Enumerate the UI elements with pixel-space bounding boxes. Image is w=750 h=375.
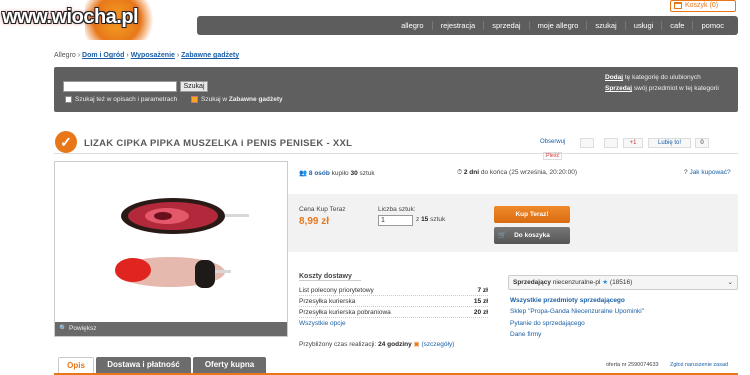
seller-all-items-link[interactable]: Wszystkie przedmioty sprzedającego bbox=[510, 297, 625, 304]
tab-oferty[interactable]: Oferty kupna bbox=[193, 357, 266, 373]
product-image[interactable] bbox=[54, 161, 288, 337]
search-button[interactable]: Szukaj bbox=[180, 81, 208, 92]
breadcrumb-item-dom[interactable]: Dom i Ogród bbox=[82, 52, 124, 59]
quantity-input[interactable]: 1 bbox=[378, 215, 413, 226]
product-photo bbox=[115, 198, 249, 288]
observe-link[interactable]: Obserwuj bbox=[540, 139, 565, 145]
search-input[interactable] bbox=[63, 81, 177, 92]
buyers-info: 👥 8 osób kupiło 30 sztuk bbox=[299, 170, 375, 177]
gplus-button[interactable]: +1 bbox=[623, 138, 643, 148]
nav-item-szukaj[interactable]: szukaj bbox=[586, 21, 624, 30]
price-label: Cena Kup Teraz bbox=[299, 206, 346, 213]
like-button[interactable]: Lubię to! bbox=[648, 138, 691, 148]
zoom-bar[interactable]: 🔍 Powiększ bbox=[55, 322, 287, 336]
buyers-link[interactable]: 8 osób bbox=[309, 170, 330, 177]
shipping-row: Przesyłka kurierska 15 zł bbox=[299, 298, 488, 307]
help-icon: ? bbox=[684, 169, 688, 176]
search-descriptions-checkbox[interactable] bbox=[65, 96, 72, 103]
nav-item-allegro[interactable]: allegro bbox=[393, 21, 432, 30]
seller-name[interactable]: niecenzuralne-pl bbox=[553, 279, 601, 286]
search-category-label: Szukaj w Zabawne gadżety bbox=[201, 96, 283, 103]
main-nav: allegro rejestracja sprzedaj moje allegr… bbox=[197, 16, 738, 35]
breadcrumb-root[interactable]: Allegro bbox=[54, 52, 76, 59]
like-count: 0 bbox=[695, 138, 709, 148]
seller-shop-link[interactable]: Sklep "Propa-Ganda Niecenzuralne Upomink… bbox=[510, 308, 644, 315]
category-actions: Dodaj tę kategorię do ulubionych Sprzeda… bbox=[605, 74, 719, 92]
tab-dostawa[interactable]: Dostawa i płatność bbox=[96, 357, 191, 373]
breadcrumb: Allegro › Dom i Ogród › Wyposażenie › Za… bbox=[54, 52, 240, 59]
nav-item-pomoc[interactable]: pomoc bbox=[692, 21, 732, 30]
site-logo[interactable]: www.wiocha.pl bbox=[2, 6, 139, 29]
star-icon: ★ bbox=[602, 279, 609, 286]
details-link[interactable]: (szczegóły) bbox=[422, 341, 455, 348]
qty-label: Liczba sztuk: bbox=[378, 206, 416, 213]
dropdown-icon[interactable]: ⌄ bbox=[728, 276, 733, 289]
cart-icon bbox=[674, 2, 682, 9]
add-to-cart-button[interactable]: 🛒 Do koszyka bbox=[494, 227, 570, 244]
fulfillment-time: Przybliżony czas realizacji: 24 godziny … bbox=[299, 341, 455, 348]
clock-icon: ⏱ bbox=[457, 169, 463, 176]
buy-now-button[interactable]: Kup Teraz! bbox=[494, 206, 570, 223]
nav-item-uslugi[interactable]: usługi bbox=[624, 21, 662, 30]
all-shipping-link[interactable]: Wszystkie opcje bbox=[299, 320, 346, 327]
shipping-heading: Koszty dostawy bbox=[299, 273, 361, 281]
nav-item-sprzedaj[interactable]: sprzedaj bbox=[483, 21, 528, 30]
nav-item-rejestracja[interactable]: rejestracja bbox=[431, 21, 484, 30]
mail-icon[interactable] bbox=[604, 138, 618, 148]
cart-button[interactable]: Koszyk (0) bbox=[670, 0, 736, 12]
how-buy[interactable]: ? Jak kupować? bbox=[684, 169, 731, 176]
seller-question-link[interactable]: Pytanie do sprzedającego bbox=[510, 320, 585, 327]
search-category-checkbox[interactable] bbox=[191, 96, 198, 103]
flag-label[interactable]: Pleść bbox=[543, 152, 563, 160]
offer-number: oferta nr 2590074633 bbox=[606, 362, 659, 368]
sell-link[interactable]: Sprzedaj bbox=[605, 85, 632, 92]
nav-item-cafe[interactable]: cafe bbox=[661, 21, 692, 30]
zoom-label: Powiększ bbox=[69, 325, 97, 332]
magnifier-icon: 🔍 bbox=[59, 325, 68, 332]
add-favorite-link[interactable]: Dodaj bbox=[605, 74, 623, 81]
cart-icon: 🛒 bbox=[498, 232, 507, 239]
nav-item-moje-allegro[interactable]: moje allegro bbox=[528, 21, 587, 30]
seller-rating: (18516) bbox=[609, 279, 633, 286]
report-link[interactable]: Zgłoś naruszenie zasad bbox=[670, 362, 728, 368]
time-left: ⏱ 2 dni do końca (25 września, 20:20:00) bbox=[457, 169, 577, 176]
qty-available: z 15 sztuk bbox=[416, 216, 446, 223]
tab-opis[interactable]: Opis bbox=[58, 357, 94, 373]
price-value: 8,99 zł bbox=[299, 216, 330, 227]
breadcrumb-item-wyposazenie[interactable]: Wyposażenie bbox=[131, 52, 175, 59]
info-icon: ▣ bbox=[413, 341, 420, 348]
cart-label: Koszyk (0) bbox=[685, 2, 719, 9]
shipping-row: Przesyłka kurierska pobraniowa 20 zł bbox=[299, 309, 488, 318]
shipping-row: List polecony priorytetowy 7 zł bbox=[299, 287, 488, 296]
people-icon: 👥 bbox=[299, 170, 308, 177]
check-icon: ✓ bbox=[55, 131, 77, 153]
seller-company-link[interactable]: Dane firmy bbox=[510, 331, 541, 338]
breadcrumb-item-gadzety[interactable]: Zabawne gadżety bbox=[181, 52, 239, 59]
page-title: LIZAK CIPKA PIPKA MUSZELKA i PENIS PENIS… bbox=[84, 138, 353, 149]
search-descriptions-label: Szukaj też w opisach i parametrach bbox=[75, 96, 178, 103]
seller-box: Sprzedający niecenzuralne-pl ★ (18516) ⌄ bbox=[508, 275, 738, 290]
share-icon[interactable] bbox=[580, 138, 594, 148]
